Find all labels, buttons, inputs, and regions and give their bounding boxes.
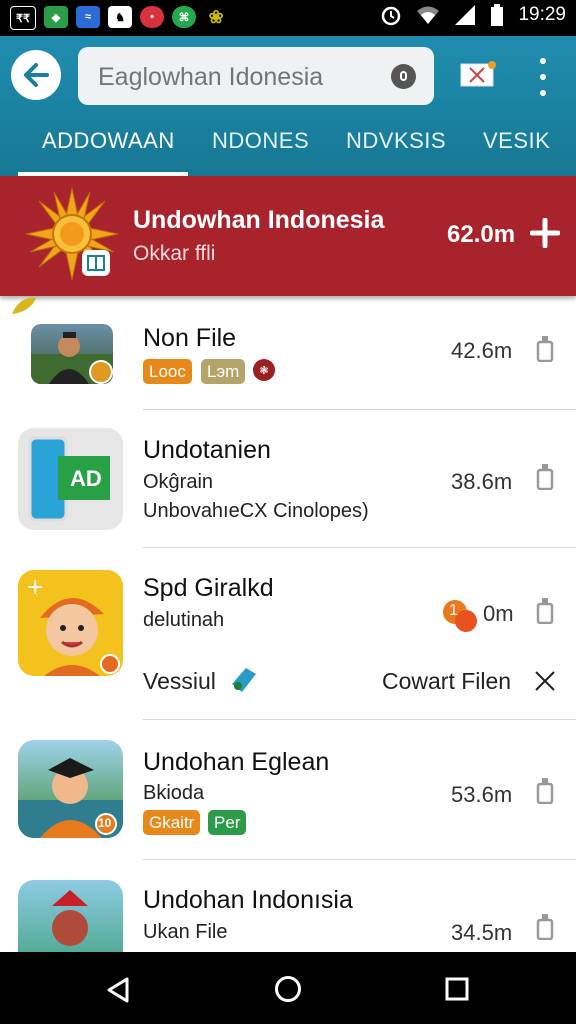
app-thumbnail — [31, 324, 113, 384]
featured-item[interactable]: Undowhan Indonesia Okkar ffli 62.0m — [0, 176, 576, 296]
item-subtitle: delutinah — [143, 609, 225, 631]
list-item[interactable]: 10 Undohan Eglean Bkioda Gkaitr Per 53.6… — [0, 720, 576, 860]
tab-vesik[interactable]: VESIK — [483, 128, 550, 154]
home-nav-icon[interactable] — [274, 975, 302, 1003]
item-subtitle: Okĝrain — [143, 471, 214, 493]
item-tag: Lэm — [201, 359, 246, 384]
item-title: Spd Giralkd — [143, 574, 274, 602]
battery-icon — [491, 4, 504, 26]
back-nav-icon[interactable] — [105, 976, 131, 1004]
notification-app-icon-1: ₹₹ — [10, 6, 36, 30]
item-size: 34.5m — [451, 920, 513, 945]
vessiul-action[interactable]: Vessiul — [143, 668, 216, 695]
download-icon[interactable] — [536, 336, 554, 362]
item-tag: Looc — [143, 359, 192, 384]
close-icon[interactable] — [533, 669, 557, 693]
list-item[interactable]: + Spd Giralkd delutinah 1 0m Vessiul Cow… — [0, 548, 576, 720]
svg-text:+: + — [26, 575, 44, 600]
thumb-label: AD — [70, 466, 102, 491]
wifi-icon — [417, 6, 440, 24]
item-subtitle: Ukan File — [143, 921, 228, 943]
item-title: Undotanien — [143, 436, 271, 464]
book-icon — [82, 250, 110, 276]
notification-app-icon-4: ♞ — [108, 6, 132, 28]
notification-app-icon-2: ◆ — [44, 6, 68, 28]
notification-app-icon-6: ⌘ — [172, 6, 196, 28]
clock: 19:29 — [518, 4, 566, 25]
item-title: Non File — [143, 324, 237, 352]
item-subtitle: Bkioda — [143, 782, 205, 804]
item-size: 0m — [483, 601, 514, 626]
download-icon[interactable] — [536, 914, 554, 940]
mic-icon[interactable] — [391, 64, 416, 89]
item-size: 38.6m — [451, 469, 513, 494]
progress-badge-icon — [443, 600, 477, 632]
alarm-icon — [382, 6, 401, 26]
app-thumbnail: AD — [18, 428, 123, 530]
mail-icon[interactable] — [460, 60, 496, 88]
svg-text:❃: ❃ — [259, 364, 268, 377]
featured-title: Undowhan Indonesia — [133, 206, 385, 234]
item-description: UnbovahıeCX Cinolopes) — [143, 500, 369, 522]
plus-icon[interactable] — [530, 218, 560, 248]
download-icon[interactable] — [536, 778, 554, 804]
list-item[interactable]: Undohan Indonısia Ukan File 34.5m — [0, 860, 576, 952]
notification-app-icon-3: ≈ — [76, 6, 100, 28]
list-item[interactable]: AD Undotanien Okĝrain UnbovahıeCX Cinolo… — [0, 410, 576, 548]
item-size: 53.6m — [451, 782, 513, 807]
back-button[interactable] — [11, 50, 61, 100]
system-nav-bar — [0, 952, 576, 1024]
app-thumbnail — [18, 880, 123, 952]
item-tag: Per — [208, 810, 247, 835]
tab-bar: ADDOWAAN NDONES NDVKSIS VESIK — [0, 124, 576, 176]
search-bar[interactable] — [78, 47, 434, 107]
signal-icon — [455, 5, 476, 25]
tab-ndvksis[interactable]: NDVKSIS — [346, 128, 446, 154]
item-size: 42.6m — [451, 338, 513, 363]
download-icon[interactable] — [536, 464, 554, 490]
progress-badge: 1 — [449, 602, 458, 619]
tab-addowaan[interactable]: ADDOWAAN — [42, 128, 175, 154]
app-thumbnail: 10 — [18, 740, 123, 838]
recents-nav-icon[interactable] — [445, 977, 469, 1001]
download-icon[interactable] — [536, 598, 554, 624]
badge-icon: ❃ — [253, 359, 275, 381]
item-tag: Gkaitr — [143, 810, 201, 835]
tag-icon — [232, 668, 256, 692]
list-item[interactable]: Non File Looc Lэm ❃ 42.6m — [0, 300, 576, 410]
convert-file-action[interactable]: Cowart Filen — [382, 668, 511, 695]
thumb-badge: 10 — [98, 816, 112, 830]
app-thumbnail: + — [18, 570, 123, 676]
notification-app-icon-7: ❀ — [208, 6, 224, 27]
featured-size: 62.0m — [447, 221, 516, 248]
search-input[interactable] — [96, 47, 380, 107]
status-bar: ₹₹ ◆ ≈ ♞ • ⌘ ❀ 19:29 — [0, 0, 576, 36]
arrow-left-icon — [24, 63, 49, 87]
tab-ndones[interactable]: NDONES — [212, 128, 309, 154]
notification-app-icon-5: • — [140, 6, 164, 28]
notification-icons: ₹₹ ◆ ≈ ♞ • ⌘ ❀ — [10, 6, 228, 30]
app-bar: ADDOWAAN NDONES NDVKSIS VESIK — [0, 36, 576, 176]
item-title: Undohan Indonısia — [143, 886, 353, 914]
featured-subtitle: Okkar ffli — [133, 242, 216, 265]
item-title: Undohan Eglean — [143, 748, 330, 776]
overflow-menu-button[interactable] — [530, 58, 556, 96]
